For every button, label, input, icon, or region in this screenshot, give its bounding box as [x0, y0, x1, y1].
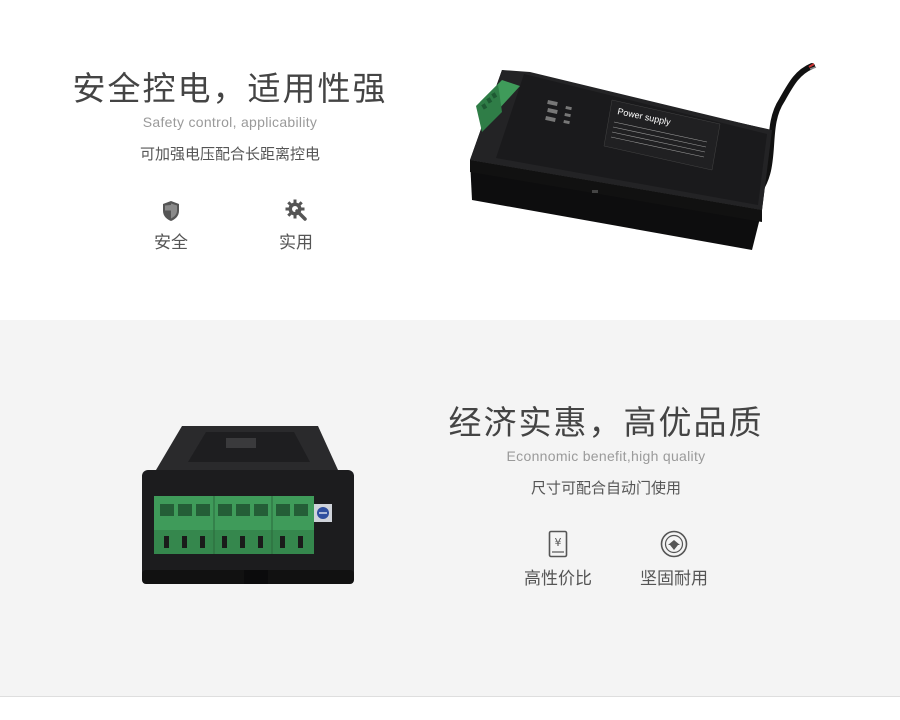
quality-badge-icon: [660, 530, 688, 558]
feature-label: 安全: [154, 233, 188, 253]
svg-text:¥: ¥: [555, 536, 562, 549]
power-supply-top-image: Power supply: [470, 63, 817, 250]
economy-text-block: 经济实惠，高优品质 Econnomic benefit,high quality…: [436, 396, 776, 498]
section-description: 可加强电压配合长距离控电: [139, 145, 320, 163]
feature-label: 实用: [279, 233, 313, 253]
section-subtitle: Safety control, applicability: [142, 114, 318, 130]
power-supply-terminal-image: [142, 426, 354, 584]
safety-text-block: 安全控电，适用性强 Safety control, applicability …: [60, 62, 400, 164]
shield-icon: [163, 201, 179, 221]
feature-safety: 安全: [131, 196, 211, 253]
section-title: 安全控电，适用性强: [72, 69, 388, 108]
feature-cost-effective: ¥ 高性价比: [518, 530, 598, 589]
section-description: 尺寸可配合自动门使用: [530, 479, 681, 497]
section-title: 经济实惠，高优品质: [448, 403, 764, 442]
price-tag-yen-icon: ¥: [548, 530, 568, 558]
gear-wrench-icon: [285, 199, 307, 221]
feature-label: 坚固耐用: [640, 569, 708, 589]
feature-label: 高性价比: [524, 569, 592, 589]
bottom-strip: [0, 697, 900, 720]
feature-durable: 坚固耐用: [634, 530, 714, 589]
feature-practical: 实用: [256, 196, 336, 253]
section-subtitle: Econnomic benefit,high quality: [506, 448, 706, 464]
